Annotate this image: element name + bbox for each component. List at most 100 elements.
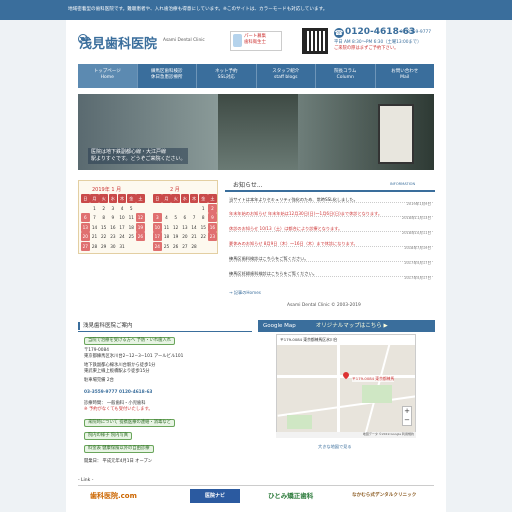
info-guide[interactable]: 当院で治療を受ける方へ 予防・いれ歯入れ	[84, 337, 178, 345]
nav-column[interactable]: 院長コラム Column	[316, 64, 376, 88]
map-pin-label: 〒179-0084 東京都練馬	[352, 376, 395, 382]
tooth-icon	[233, 34, 242, 47]
clinic-name-en: Asami Dental Clinic	[163, 38, 205, 43]
link-banner-3[interactable]: ひとみ矯正歯科	[268, 489, 313, 503]
calendar-day: 28	[191, 243, 197, 249]
info-opening: 開業日： 平成元年4月1日 オープン	[84, 459, 153, 464]
calendar-weekday: 日	[153, 194, 162, 203]
calendar-day: 5	[129, 205, 133, 211]
news-item[interactable]: 練馬区歯科検診はこちらをご覧ください。 2017年5月17日	[229, 256, 433, 265]
qr-code-icon	[302, 28, 328, 54]
clinic-hours: 平日 AM 8:30〜PM 6:30（土曜13:00まで） ご来院の際はまずご予…	[334, 40, 421, 52]
calendar-day: 13	[182, 224, 188, 230]
link-banner-2[interactable]: 医院ナビ	[190, 489, 240, 503]
calendar-day: 4	[120, 205, 124, 211]
calendar-day	[153, 204, 162, 213]
nav-home[interactable]: トップページ Home	[78, 64, 138, 88]
calendar-weekday: 木	[117, 194, 127, 203]
map-section: Google Map オリジナルマップはこちら ▶	[258, 320, 435, 332]
news-item[interactable]: 休診のお知らせ 10/13（土）は都合により診療となります。 2018年10月11…	[229, 226, 433, 235]
calendar-day: 28	[91, 243, 98, 249]
calendar-weekday: 土	[136, 194, 145, 203]
calendar-day: 19	[136, 222, 145, 232]
calendar-weekday: 木	[189, 194, 199, 203]
news-item[interactable]: 夏休みのお知らせ 8月9日（木）〜16日（木）まで休診になります。 2018年7月…	[229, 241, 433, 250]
calendar-jan: 日月火水木金土 1 2 3 4 5 6 7 8 9 10 11 12 13 14 15 16 17 18 19 20 21…	[81, 194, 145, 251]
calendar-feb-title: 2 月	[170, 187, 180, 193]
calendar-day: 21	[191, 234, 197, 240]
info-inside[interactable]: 院内の様子 院内写真	[84, 432, 135, 440]
news-item[interactable]: 練馬区妊婦歯科検診はこちらをご覧ください。 2017年5月17日	[229, 271, 433, 280]
map-title: Google Map	[263, 323, 296, 329]
calendar-day: 8	[102, 215, 105, 221]
calendar-day: 18	[128, 224, 134, 230]
calendar-day	[171, 204, 180, 213]
calendar-day	[136, 242, 145, 251]
calendar-day: 18	[163, 234, 170, 240]
calendar-day: 9	[111, 215, 115, 221]
calendar-day: 5	[174, 215, 177, 221]
calendar-day: 12	[173, 224, 179, 230]
clinic-name[interactable]: 浅見歯科医院	[79, 33, 157, 52]
nav-checkup[interactable]: 練馬区歯科検診 休日急患診療所	[138, 64, 197, 88]
info-address: 東京都練馬区氷川台2−12−3−101 アールビル101	[84, 354, 184, 359]
calendar-day: 14	[91, 224, 98, 230]
google-map[interactable]	[276, 334, 416, 438]
calendar-day: 13	[81, 222, 90, 232]
info-visit[interactable]: 来院時について 提携医療の連絡・消毒など	[84, 419, 178, 427]
calendar-day: 25	[128, 234, 134, 240]
calendar-day: 11	[128, 215, 134, 221]
news-item[interactable]: 当サイトは本年よりセキュリティ強化のため、常時SSL化しました。 2019年1月9…	[229, 197, 433, 206]
main-nav: トップページ Home 練馬区歯科検診 休日急患診療所 ネット予約 SSL対応 スタッ…	[78, 64, 434, 88]
calendar-weekday: 金	[198, 194, 208, 203]
calendar-day: 27	[182, 243, 188, 249]
calendar-weekday: 水	[180, 194, 190, 203]
calendar-day: 8	[201, 215, 205, 221]
calendar-day	[136, 204, 145, 213]
calendar-day: 14	[191, 224, 197, 230]
news-info-label: INFORMATION	[390, 182, 416, 186]
calendar-day: 17	[153, 232, 162, 242]
calendar-day: 30	[110, 243, 116, 249]
link-banner-1[interactable]: 歯科医院.com	[90, 489, 137, 503]
calendar-day: 12	[136, 213, 145, 223]
nav-contact[interactable]: お問い合わせ Mail	[376, 64, 435, 88]
calendar-weekday: 水	[108, 194, 118, 203]
info-parking: 駐車場完備 2台	[84, 378, 114, 383]
info-phones[interactable]: 03-3559-9777 0120-4618-63	[84, 390, 152, 396]
news-more-link[interactable]: → 記事のHomes	[229, 290, 261, 296]
calendar-day	[81, 204, 90, 213]
calendar-weekday: 日	[81, 194, 90, 203]
map-footer: 地図データ ©2019 Google 利用規約	[276, 432, 416, 438]
news-item[interactable]: 年末年始のお知らせ 年末年始は12月30日(日)〜1月6日(日)まで休診となりま…	[229, 211, 433, 220]
alt-phone-number[interactable]: 03-3559-9777	[400, 30, 431, 35]
calendar-day: 24	[153, 241, 162, 251]
calendar-day: 22	[200, 234, 206, 240]
calendar-day: 21	[91, 234, 98, 240]
nav-staff[interactable]: スタッフ紹介 staff blogs	[257, 64, 316, 88]
nav-reservation[interactable]: ネット予約 SSL対応	[197, 64, 257, 88]
calendar-weekday: 金	[126, 194, 136, 203]
calendar-day: 7	[93, 215, 96, 221]
calendar-day	[127, 242, 136, 251]
link-banner-4[interactable]: なかむら式デンタルクリニック	[352, 489, 416, 503]
copyright: Asami Dental Clinic © 2003-2019	[287, 303, 361, 308]
calendar-day: 20	[81, 232, 90, 242]
calendar-day	[199, 242, 208, 251]
map-address-bar: 〒179-0084 東京都練馬区氷川台	[277, 335, 415, 345]
original-map-link[interactable]: オリジナルマップはこちら ▶	[316, 323, 388, 329]
calendar-day: 26	[136, 232, 145, 242]
calendar-day: 6	[183, 215, 187, 221]
calendar-day: 1	[201, 205, 205, 211]
map-zoom-control[interactable]: + −	[402, 406, 412, 426]
hero-caption: 医院は地下鉄副都心線・大江戸線 駅よりすぐです。どうぞご来院ください。	[88, 148, 189, 164]
big-map-link[interactable]: 大きな地図で見る	[318, 444, 352, 450]
calendar-day: 10	[119, 215, 125, 221]
calendar-day: 4	[165, 215, 168, 221]
info-fees[interactable]: 料金表 健康保険以外の自由診療	[84, 445, 157, 453]
calendar-day: 16	[110, 224, 116, 230]
top-announcement: 地域密着型の歯科医院です。難聴患者や、入れ歯治療も得意にしています。※このサイト…	[0, 0, 512, 20]
calendar-day: 22	[101, 234, 107, 240]
calendar-day: 3	[111, 205, 115, 211]
calendar-feb: 日月火水木金土 1 2 3 4 5 6 7 8 9 10 11 12 13 14 15 16 17 18 19 20 21…	[153, 194, 217, 251]
